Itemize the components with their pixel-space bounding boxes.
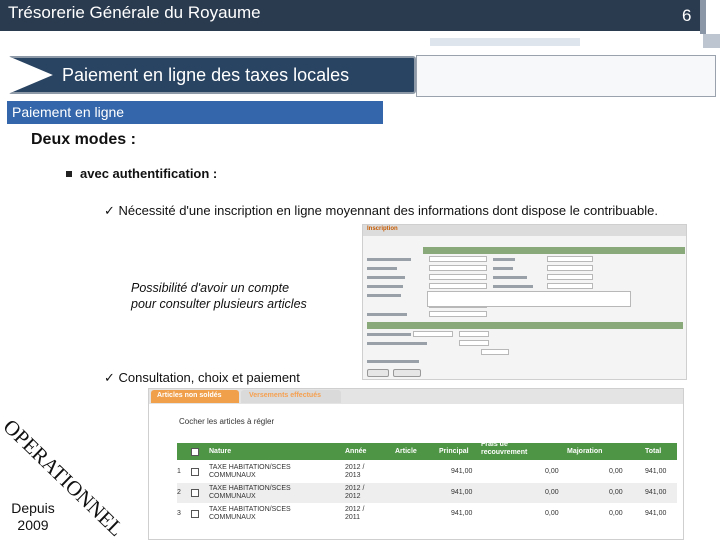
row-majoration: 0,00 <box>609 489 623 496</box>
form-address-field[interactable] <box>427 291 631 307</box>
column-frais: Frais de recouvrement <box>481 441 528 456</box>
form-header <box>363 225 686 236</box>
form-label <box>367 267 397 270</box>
row-majoration: 0,00 <box>609 510 623 517</box>
form-field[interactable] <box>413 331 453 337</box>
check-item-consultation: ✓ Consultation, choix et paiement <box>104 370 300 386</box>
form-label <box>367 258 411 261</box>
row-nature: TAXE HABITATION/SCES COMMUNAUX <box>209 464 291 479</box>
form-field[interactable] <box>547 274 593 280</box>
row-checkbox[interactable] <box>191 468 199 476</box>
form-field[interactable] <box>429 265 487 271</box>
column-total: Total <box>645 448 662 455</box>
checkmark-icon: ✓ <box>104 203 119 218</box>
table-caption: Cocher les articles à régler <box>179 417 275 426</box>
form-field[interactable] <box>459 331 489 337</box>
form-section-bar <box>423 247 685 254</box>
row-principal: 941,00 <box>451 510 473 517</box>
table-row: 3 TAXE HABITATION/SCES COMMUNAUX 2012 / … <box>177 504 677 524</box>
column-principal: Principal <box>439 448 469 455</box>
square-bullet-icon <box>66 171 72 177</box>
since-label: Depuis 2009 <box>5 500 61 534</box>
inscription-form-screenshot: Inscription <box>362 224 687 380</box>
column-nature: Nature <box>209 448 232 455</box>
tab-versements-label: Versements effectués <box>249 392 321 399</box>
column-article: Article <box>395 448 417 455</box>
row-nature: TAXE HABITATION/SCES COMMUNAUX <box>209 485 291 500</box>
row-nature: TAXE HABITATION/SCES COMMUNAUX <box>209 506 291 521</box>
table-row: 1 TAXE HABITATION/SCES COMMUNAUX 2012 / … <box>177 462 677 482</box>
form-label <box>367 342 427 345</box>
modes-heading: Deux modes : <box>31 131 136 148</box>
form-label <box>367 333 411 336</box>
row-total: 941,00 <box>645 468 667 475</box>
note-line-1: Possibilité d'avoir un compte <box>131 281 290 295</box>
table-header-row: Nature Année Article Principal Frais de … <box>177 441 677 460</box>
select-all-checkbox[interactable] <box>191 448 199 456</box>
form-label <box>493 267 513 270</box>
row-number: 3 <box>177 510 181 517</box>
form-submit-button[interactable] <box>367 369 389 377</box>
row-checkbox[interactable] <box>191 489 199 497</box>
form-label <box>367 313 407 316</box>
account-note: Possibilité d'avoir un compte pour consu… <box>131 280 307 312</box>
row-majoration: 0,00 <box>609 468 623 475</box>
since-line-1: Depuis <box>11 500 55 516</box>
column-majoration: Majoration <box>567 448 603 455</box>
subtitle-text: Paiement en ligne <box>12 104 125 120</box>
row-total: 941,00 <box>645 510 667 517</box>
right-empty-box <box>416 55 716 97</box>
form-field[interactable] <box>547 283 593 289</box>
row-annee: 2012 / 2013 <box>345 464 365 479</box>
table-row: 2 TAXE HABITATION/SCES COMMUNAUX 2012 / … <box>177 483 677 503</box>
tab-articles-label: Articles non soldés <box>157 392 222 399</box>
form-field[interactable] <box>547 265 593 271</box>
form-reset-button[interactable] <box>393 369 421 377</box>
note-line-2: pour consulter plusieurs articles <box>131 297 307 311</box>
row-principal: 941,00 <box>451 489 473 496</box>
row-frais: 0,00 <box>545 489 559 496</box>
row-number: 2 <box>177 489 181 496</box>
form-field[interactable] <box>547 256 593 262</box>
form-section-bar-2 <box>367 322 683 329</box>
form-field[interactable] <box>459 340 489 346</box>
row-annee: 2012 / 2011 <box>345 506 365 521</box>
row-frais: 0,00 <box>545 510 559 517</box>
row-frais: 0,00 <box>545 468 559 475</box>
since-line-2: 2009 <box>17 517 49 533</box>
form-field[interactable] <box>429 311 487 317</box>
form-field[interactable] <box>429 274 487 280</box>
row-total: 941,00 <box>645 489 667 496</box>
row-checkbox[interactable] <box>191 510 199 518</box>
row-annee: 2012 / 2012 <box>345 485 365 500</box>
check-item-inscription: ✓ Nécessité d'une inscription en ligne m… <box>104 203 658 219</box>
form-field[interactable] <box>429 283 487 289</box>
edge-decoration <box>703 34 720 48</box>
form-label <box>493 258 515 261</box>
form-field[interactable] <box>481 349 509 355</box>
header-title: Trésorerie Générale du Royaume <box>8 3 261 22</box>
form-label <box>367 285 403 288</box>
check-consultation-text: Consultation, choix et paiement <box>118 370 300 385</box>
banner-title: Paiement en ligne des taxes locales <box>62 65 350 85</box>
thin-decoration-bar <box>430 38 580 46</box>
column-annee: Année <box>345 448 367 455</box>
form-label <box>367 360 419 363</box>
page-number: 6 <box>682 6 692 25</box>
header-edge-decoration <box>700 0 706 34</box>
row-principal: 941,00 <box>451 468 473 475</box>
articles-table-screenshot: Articles non soldés Versements effectués… <box>148 388 684 540</box>
form-title: Inscription <box>367 226 398 232</box>
check-inscription-text: Nécessité d'une inscription en ligne moy… <box>118 203 658 218</box>
form-label <box>493 276 527 279</box>
form-label <box>493 285 533 288</box>
auth-bullet-text: avec authentification : <box>80 166 218 181</box>
checkmark-icon: ✓ <box>104 370 119 385</box>
form-label <box>367 276 405 279</box>
row-number: 1 <box>177 468 181 475</box>
form-field[interactable] <box>429 256 487 262</box>
form-label <box>367 294 401 297</box>
